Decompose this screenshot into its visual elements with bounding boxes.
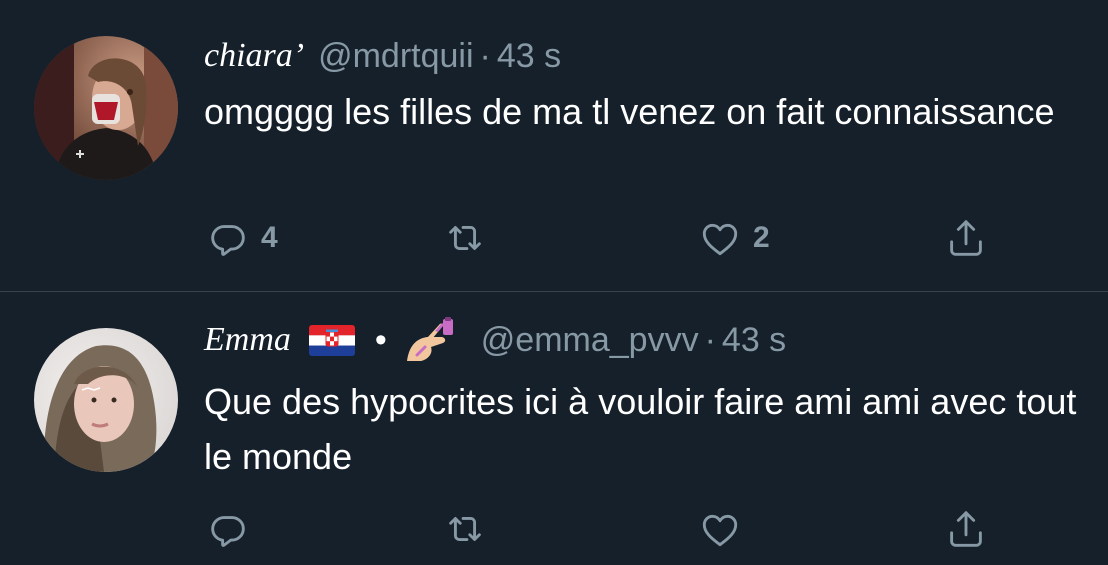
profile-photo	[34, 36, 178, 180]
avatar[interactable]	[34, 36, 178, 180]
retweet-button[interactable]	[442, 504, 498, 554]
display-name[interactable]: chiara’	[204, 37, 304, 75]
croatia-flag-icon	[308, 324, 355, 356]
share-button[interactable]	[943, 213, 989, 263]
display-name[interactable]: Emma	[204, 321, 291, 359]
tweet[interactable]: Emma • @emma_pvvv · 43 s Que des hypocri…	[0, 292, 1108, 565]
handle[interactable]: @mdrtquii	[318, 37, 473, 76]
reply-icon	[211, 516, 245, 547]
action-bar: 4 2	[0, 213, 1108, 263]
reply-icon	[211, 225, 245, 256]
tweet-header: chiara’ @mdrtquii · 43 s	[204, 32, 561, 80]
share-icon	[950, 220, 982, 256]
retweet-button[interactable]	[442, 213, 498, 263]
share-icon	[950, 511, 982, 547]
separator-dot: ·	[479, 36, 491, 75]
tweet-header: Emma • @emma_pvvv · 43 s	[204, 316, 786, 364]
heart-icon	[702, 223, 738, 256]
like-button[interactable]	[697, 504, 753, 554]
tweet-text: Que des hypocrites ici à vouloir faire a…	[204, 381, 1077, 477]
nail-polish-icon	[406, 317, 453, 361]
tweet-text: omgggg les filles de ma tl venez on fait…	[204, 91, 1055, 132]
handle[interactable]: @emma_pvvv	[481, 321, 699, 360]
timestamp[interactable]: 43 s	[497, 37, 561, 76]
like-button[interactable]: 2	[697, 213, 770, 263]
share-button[interactable]	[943, 504, 989, 554]
action-bar	[0, 504, 1108, 554]
separator-dot: ·	[704, 320, 716, 359]
retweet-icon	[449, 226, 481, 250]
reply-button[interactable]: 4	[205, 213, 278, 263]
like-count: 2	[753, 221, 770, 254]
profile-photo	[34, 328, 178, 472]
reply-button[interactable]	[205, 504, 261, 554]
timestamp[interactable]: 43 s	[722, 321, 786, 360]
bullet-glyph: •	[374, 320, 387, 359]
reply-count: 4	[261, 221, 278, 254]
retweet-icon	[449, 517, 481, 541]
heart-icon	[702, 514, 738, 547]
tweet[interactable]: chiara’ @mdrtquii · 43 s omgggg les fill…	[0, 0, 1108, 291]
avatar[interactable]	[34, 328, 178, 472]
